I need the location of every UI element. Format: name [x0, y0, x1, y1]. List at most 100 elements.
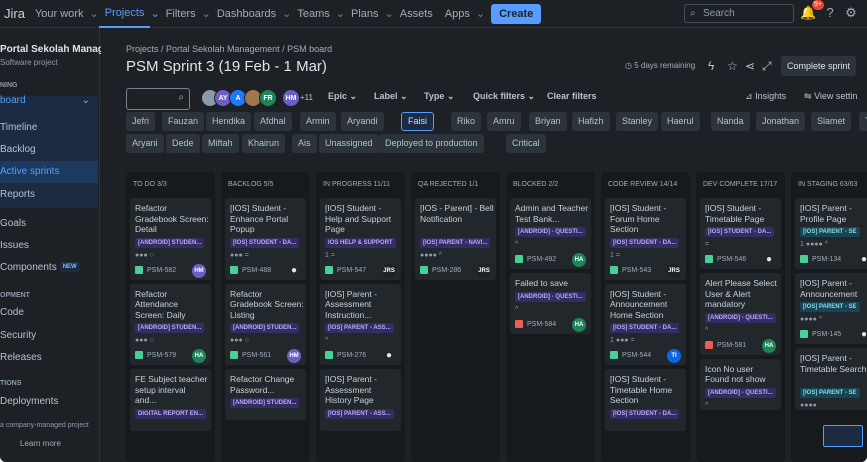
filter-chip-miftah[interactable]: Miftah	[202, 134, 239, 153]
breadcrumb[interactable]: Projects / Portal Sekolah Management / P…	[126, 44, 332, 54]
avatar[interactable]: HM	[282, 89, 300, 107]
issue-card[interactable]: Refactor Attendance Screen: Daily [ANDROI…	[130, 283, 211, 365]
complete-sprint-button[interactable]: Complete sprint	[781, 56, 857, 76]
epic-label[interactable]: IOS HELP & SUPPORT	[325, 237, 396, 248]
help-icon[interactable]: ?	[822, 5, 838, 21]
filter-chip-nanda[interactable]: Nanda	[711, 112, 750, 131]
filter-chip-briyan[interactable]: Briyan	[529, 112, 567, 131]
filter-chip-khairun[interactable]: Khairun	[242, 134, 286, 153]
filter-chip-deployed-to-production[interactable]: Deployed to production	[379, 134, 484, 153]
epic-label[interactable]: [ANDROID] STUDEN...	[135, 237, 205, 248]
issue-card[interactable]: [IOS] Parent - Announcement [IOS] PARENT …	[795, 273, 867, 344]
issue-card[interactable]: [IOS] Student - Timetable Page [IOS] STUD…	[700, 198, 781, 269]
share-icon[interactable]: ⋖	[745, 59, 755, 73]
board-search-input[interactable]: ⌕	[126, 88, 190, 110]
issue-card[interactable]: [IOS] Parent - Assessment Instruction...…	[320, 283, 401, 365]
learn-more-link[interactable]: Learn more	[20, 439, 61, 448]
epic-label[interactable]: [ANDROID] - QUESTI...	[705, 312, 776, 323]
issue-card[interactable]: Failed to save [ANDROID] - QUESTI... ^ PSM-…	[510, 273, 591, 334]
issue-card[interactable]: [IOS] Student - Enhance Portal Popup [IOS…	[225, 198, 306, 280]
filter-chip-critical[interactable]: Critical	[506, 134, 546, 153]
nav-assets[interactable]: Assets	[394, 8, 439, 20]
filter-chip-dede[interactable]: Dede	[166, 134, 200, 153]
sidebar-item-reports[interactable]: Reports	[0, 184, 98, 206]
issue-key[interactable]: PSM-286	[420, 265, 461, 274]
sidebar-item-code[interactable]: Code	[0, 302, 98, 324]
nav-filters[interactable]: Filters	[160, 8, 202, 20]
issue-card[interactable]: Alert Please Select User & Alert mandato…	[700, 273, 781, 355]
issue-key[interactable]: PSM-561	[230, 351, 271, 359]
jira-logo[interactable]: Jira	[0, 6, 29, 21]
issue-card[interactable]: [IOS] Student - Help and Support Page IOS…	[320, 198, 401, 280]
epic-label[interactable]: [IOS] PARENT - SE	[800, 302, 860, 312]
avatar[interactable]: FR	[259, 89, 277, 107]
chevron-down-icon[interactable]: ⌄	[82, 90, 90, 112]
epic-label[interactable]: [ANDROID] STUDEN...	[230, 323, 300, 333]
label-filter[interactable]: Label ⌄	[374, 91, 408, 102]
sidebar-item-issues[interactable]: Issues	[0, 235, 98, 257]
issue-card[interactable]: Admin and Teacher Test Bank... [ANDROID] …	[510, 198, 591, 269]
clear-filters-button[interactable]: Clear filters	[547, 91, 597, 101]
filter-chip-aryani[interactable]: Aryani	[126, 134, 164, 153]
filter-chip-ais[interactable]: Ais	[292, 134, 317, 153]
assignee-avatar[interactable]: TI	[667, 349, 681, 363]
epic-label[interactable]: [IOS] PARENT - SE	[800, 387, 860, 398]
sidebar-item-timeline[interactable]: Timeline	[0, 117, 98, 139]
issue-key[interactable]: PSM-582	[135, 265, 176, 274]
minimap[interactable]	[823, 425, 863, 447]
issue-card[interactable]: [IOS] Parent - Assessment History Page [I…	[320, 369, 401, 431]
epic-label[interactable]: [ANDROID] - QUESTI...	[515, 227, 586, 237]
insights-button[interactable]: ⊿ Insights	[745, 91, 786, 102]
nav-plans[interactable]: Plans	[345, 8, 385, 20]
assignee-avatar[interactable]: HA	[192, 349, 206, 363]
nav-your-work[interactable]: Your work	[29, 8, 90, 20]
filter-chip-faisi[interactable]: Faisi	[401, 112, 435, 131]
issue-key[interactable]: PSM-544	[610, 351, 651, 359]
epic-label[interactable]: DIGITAL REPORT EN...	[135, 408, 207, 419]
issue-key[interactable]: PSM-145	[800, 330, 841, 338]
nav-teams[interactable]: Teams	[291, 8, 335, 20]
star-icon[interactable]: ☆	[727, 59, 738, 73]
epic-label[interactable]: [IOS] STUDENT - DA...	[610, 408, 680, 419]
filter-chip-aryandi[interactable]: Aryandi	[341, 112, 384, 131]
issue-key[interactable]: PSM-546	[705, 255, 746, 263]
assignee-avatar[interactable]: HA	[572, 253, 586, 267]
sidebar-item-deployments[interactable]: Deployments	[0, 391, 98, 413]
more-avatars[interactable]: +11	[300, 93, 313, 102]
epic-label[interactable]: [IOS] PARENT - SE	[800, 227, 860, 237]
epic-label[interactable]: [IOS] STUDENT - DA...	[610, 237, 680, 248]
filter-chip-armin[interactable]: Armin	[300, 112, 336, 131]
view-settings-button[interactable]: ⇋ View settin	[804, 91, 857, 102]
issue-card[interactable]: Refactor Gradebook Screen: Detail [ANDROI…	[130, 198, 211, 280]
epic-label[interactable]: [ANDROID] - QUESTI...	[705, 387, 776, 398]
sidebar-item-active-sprints[interactable]: Active sprints	[0, 161, 98, 183]
issue-card[interactable]: Refactor Gradebook Screen: Listing [ANDRO…	[225, 283, 306, 365]
issue-key[interactable]: PSM-492	[515, 255, 556, 263]
epic-label[interactable]: [IOS] PARENT - NAVI...	[420, 237, 491, 248]
create-button[interactable]: Create	[491, 3, 542, 24]
filter-chip-slamet[interactable]: Slamet	[811, 112, 852, 131]
issue-key[interactable]: PSM-276	[325, 351, 366, 359]
nav-dashboards[interactable]: Dashboards	[211, 8, 282, 20]
issue-key[interactable]: PSM-584	[515, 319, 556, 328]
lightning-icon[interactable]: ϟ	[708, 59, 714, 73]
sidebar-item-board[interactable]: board ⌄	[0, 90, 98, 112]
quick-filters[interactable]: Quick filters ⌄	[473, 91, 535, 102]
filter-chip-riko[interactable]: Riko	[451, 112, 482, 131]
filter-chip-afdhal[interactable]: Afdhal	[254, 112, 292, 131]
assignee-avatar[interactable]: HA	[572, 317, 586, 332]
sidebar-item-backlog[interactable]: Backlog	[0, 139, 98, 161]
epic-filter[interactable]: Epic ⌄	[328, 91, 357, 102]
issue-card[interactable]: [IOS] Parent - Timetable Search [IOS] PAR…	[795, 348, 867, 410]
issue-key[interactable]: PSM-581	[705, 340, 746, 349]
filter-chip-hafizh[interactable]: Hafizh	[572, 112, 610, 131]
epic-label[interactable]: [IOS] PARENT - ASS...	[325, 408, 394, 419]
epic-label[interactable]: [IOS] PARENT - ASS...	[325, 323, 394, 333]
type-filter[interactable]: Type ⌄	[424, 91, 454, 102]
issue-card[interactable]: Icon No user Found not show [ANDROID] - Q…	[700, 358, 781, 410]
project-name[interactable]: Portal Sekolah Manag...	[0, 44, 112, 55]
fullscreen-icon[interactable]: ⤢	[762, 59, 772, 74]
issue-card[interactable]: [IOS] Parent - Profile Page [IOS] PARENT …	[795, 198, 867, 269]
issue-key[interactable]: PSM-488	[230, 265, 271, 274]
epic-label[interactable]: [ANDROID] - QUESTI...	[515, 291, 586, 302]
